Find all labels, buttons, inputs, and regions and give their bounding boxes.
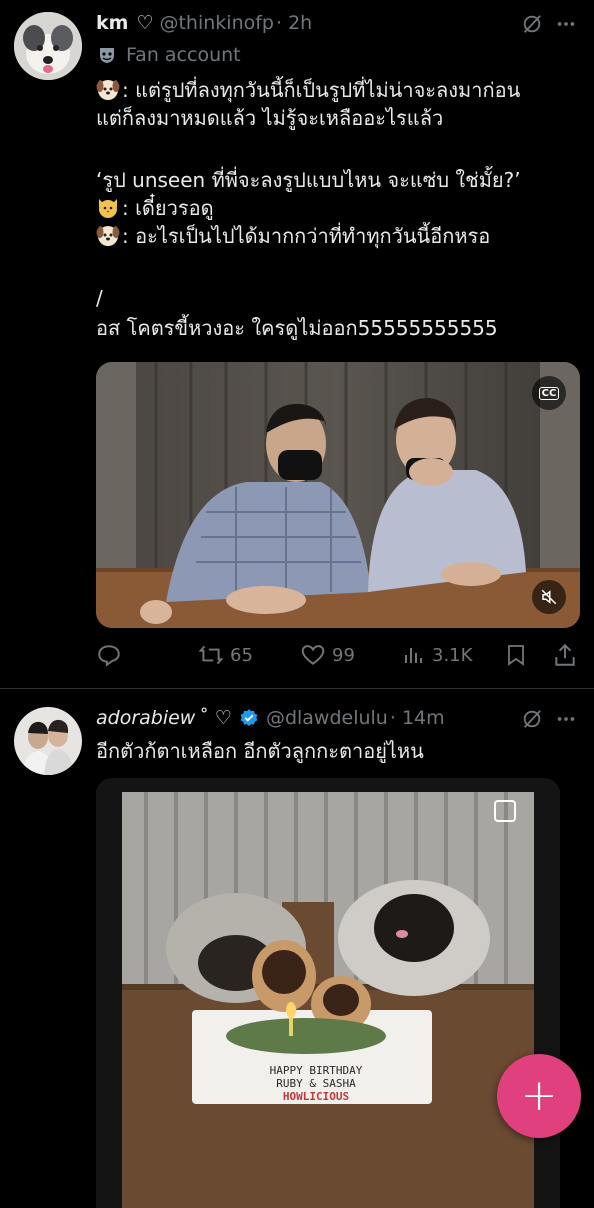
tweet-photo[interactable]: HAPPY BIRTHDAY RUBY & SASHA HOWLICIOUS xyxy=(96,778,560,1208)
share-button[interactable] xyxy=(552,642,578,668)
tweet-video[interactable]: CC xyxy=(96,362,580,628)
text-line: : เดี๋ยวรอดู xyxy=(96,194,576,222)
tweet-2[interactable]: adorabiew ˚ ♡ @dlawdelulu · 14m อีกตัวก้… xyxy=(0,689,594,1208)
name-suffix: ˚ ♡ xyxy=(199,707,232,729)
handle[interactable]: @dlawdelulu xyxy=(266,707,388,729)
tweet-text: อีกตัวก้ตาเหลือก อีกตัวลูกกะตาอยู่ไหน xyxy=(96,739,424,763)
multi-photo-indicator-icon xyxy=(494,800,516,822)
dog-face-icon xyxy=(96,226,120,246)
display-name[interactable]: km xyxy=(96,12,128,34)
retweet-count: 65 xyxy=(230,644,253,666)
author-avatar[interactable] xyxy=(14,12,82,80)
tweet-text: : แต่รูปที่ลงทุกวันนี้ก็เป็นรูปที่ไม่น่า… xyxy=(96,76,576,342)
cat-face-icon xyxy=(99,199,117,218)
video-frame xyxy=(96,362,580,628)
more-icon[interactable] xyxy=(554,707,578,731)
more-icon[interactable] xyxy=(554,12,578,36)
tweet-1[interactable]: km ♡ @thinkinofp · 2h Fan account : แต่ร… xyxy=(0,0,594,688)
grok-icon[interactable] xyxy=(520,12,544,36)
views-count: 3.1K xyxy=(432,644,473,666)
text-line: : อะไรเป็นไปได้มากกว่าที่ทำทุกวันนี้อีกห… xyxy=(96,222,576,250)
captions-button[interactable]: CC xyxy=(532,376,566,410)
heart-icon xyxy=(301,645,325,665)
retweet-icon xyxy=(198,645,224,665)
name-heart: ♡ xyxy=(136,12,154,34)
grok-icon[interactable] xyxy=(520,707,544,731)
like-count: 99 xyxy=(332,644,355,666)
display-name[interactable]: adorabiew xyxy=(96,707,195,729)
verified-badge-icon xyxy=(238,707,260,729)
views-button[interactable]: 3.1K xyxy=(402,642,472,668)
dogs-birthday-photo xyxy=(96,778,560,1208)
text-line: ‘รูป unseen ที่พี่จะลงรูปแบบไหน จะแซ่บ ใ… xyxy=(96,168,521,192)
retweet-button[interactable]: 65 xyxy=(198,642,253,668)
cake-writing: HAPPY BIRTHDAY RUBY & SASHA HOWLICIOUS xyxy=(269,1064,363,1103)
mute-button[interactable] xyxy=(532,580,566,614)
dog-avatar-image xyxy=(14,12,82,80)
text-line xyxy=(96,250,576,278)
tweet-header: adorabiew ˚ ♡ @dlawdelulu · 14m xyxy=(96,705,445,731)
text-line: อส โคตรขี้หวงอะ ใครดูไม่ออก55555555555 xyxy=(96,316,498,340)
bookmark-icon xyxy=(508,645,524,666)
text-line xyxy=(96,132,576,160)
plus-icon: + xyxy=(520,1070,558,1121)
tweet-actions: 65 99 3.1K xyxy=(0,640,594,672)
dog-face-icon xyxy=(96,80,120,100)
text-line: แต่ก็ลงมาหมดแล้ว ไม่รู้จะเหลืออะไรแล้ว xyxy=(96,106,444,130)
couple-avatar-image xyxy=(14,707,82,775)
handle[interactable]: @thinkinofp xyxy=(159,12,274,34)
tweet-header: km ♡ @thinkinofp · 2h xyxy=(96,10,312,36)
bookmark-button[interactable] xyxy=(504,642,528,668)
author-avatar[interactable] xyxy=(14,707,82,775)
reply-icon xyxy=(98,645,120,667)
share-icon xyxy=(555,643,575,666)
timestamp[interactable]: · 14m xyxy=(390,707,445,729)
reply-button[interactable] xyxy=(96,642,122,668)
text-line: / xyxy=(96,286,103,310)
text-line: : แต่รูปที่ลงทุกวันนี้ก็เป็นรูปที่ไม่น่า… xyxy=(96,76,576,104)
fan-account-label: Fan account xyxy=(96,42,241,68)
timestamp[interactable]: · 2h xyxy=(276,12,312,34)
views-icon xyxy=(405,648,422,663)
theater-mask-icon xyxy=(96,44,118,66)
cc-icon: CC xyxy=(538,386,560,400)
like-button[interactable]: 99 xyxy=(300,642,355,668)
mute-icon xyxy=(541,589,557,605)
compose-button[interactable]: + xyxy=(497,1054,581,1138)
